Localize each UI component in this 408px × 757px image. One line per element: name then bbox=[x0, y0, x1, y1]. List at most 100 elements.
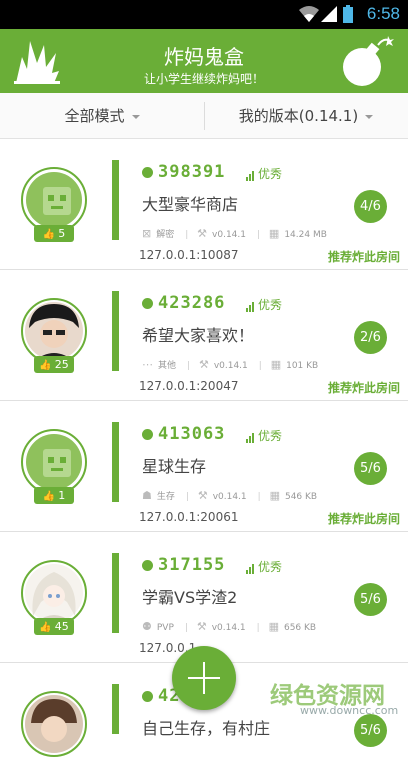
room-size: 546 KB bbox=[284, 492, 318, 502]
player-count-badge: 4/6 bbox=[354, 190, 387, 223]
connection-quality: 优秀 bbox=[246, 296, 282, 313]
meta-divider: | bbox=[256, 623, 260, 633]
avatar-photo-image bbox=[25, 302, 83, 362]
player-count-badge: 5/6 bbox=[354, 583, 387, 616]
home-icon bbox=[142, 560, 153, 571]
likes-badge: 👍 1 bbox=[34, 487, 74, 504]
room-mode: 生存 bbox=[156, 492, 175, 502]
home-icon bbox=[142, 298, 153, 309]
likes-count: 1 bbox=[58, 489, 66, 502]
recommend-link[interactable]: 推荐炸此房间 bbox=[328, 510, 400, 527]
likes-count: 25 bbox=[54, 358, 69, 371]
bomb-icon[interactable] bbox=[338, 33, 394, 89]
avatar-robot-image bbox=[26, 434, 82, 490]
home-icon bbox=[142, 429, 153, 440]
mode-filter-dropdown[interactable]: 全部模式 bbox=[0, 93, 204, 139]
connection-quality: 优秀 bbox=[246, 427, 282, 444]
home-icon bbox=[142, 691, 153, 702]
room-meta: ☗ 生存 | ⚒ v0.14.1 | ▦ 546 KB bbox=[142, 489, 322, 502]
survival-icon: ☗ bbox=[142, 489, 152, 502]
room-avatar[interactable]: 👍 25 bbox=[21, 298, 87, 373]
thumbs-up-icon: 👍 bbox=[42, 491, 56, 502]
room-name: 学霸VS学渣2 bbox=[142, 588, 238, 607]
player-count-badge: 5/6 bbox=[354, 714, 387, 747]
likes-badge: 👍 45 bbox=[34, 618, 74, 635]
filter-bar: 全部模式 我的版本(0.14.1) bbox=[0, 93, 408, 139]
room-version: v0.14.1 bbox=[212, 492, 247, 502]
quality-label: 优秀 bbox=[258, 167, 283, 181]
map-icon: ▦ bbox=[268, 620, 279, 633]
chevron-down-icon bbox=[365, 114, 374, 119]
room-card[interactable]: 👍 5 398391 优秀 大型豪华商店 ⊠ 解密 | ⚒ v0.14.1 | ▦ 14.2… bbox=[0, 140, 408, 270]
plus-icon-stroke bbox=[203, 662, 205, 694]
likes-count: 45 bbox=[54, 620, 69, 633]
room-id: 398391 bbox=[158, 162, 226, 182]
meta-divider: | bbox=[184, 623, 188, 633]
room-card[interactable]: 👍 1 413063 优秀 星球生存 ☗ 生存 | ⚒ v0.14.1 | ▦ 546 KB… bbox=[0, 402, 408, 532]
room-size: 656 KB bbox=[283, 623, 317, 633]
recommend-link[interactable]: 推荐炸此房间 bbox=[328, 248, 400, 265]
room-meta: ⋯ 其他 | ⚒ v0.14.1 | ▦ 101 KB bbox=[142, 358, 323, 371]
quality-label: 优秀 bbox=[258, 560, 283, 574]
room-address: 127.0.0.1:10087 bbox=[139, 248, 239, 262]
room-name: 大型豪华商店 bbox=[142, 195, 239, 214]
app-bar: 炸妈鬼盒 让小学生继续炸妈吧！ bbox=[0, 29, 408, 93]
avatar-frame bbox=[21, 560, 87, 626]
signal-icon bbox=[321, 6, 337, 22]
room-id: 423286 bbox=[158, 293, 226, 313]
player-count-badge: 2/6 bbox=[354, 321, 387, 354]
room-name: 星球生存 bbox=[142, 457, 207, 476]
wifi-icon bbox=[299, 6, 319, 22]
room-meta: ⊠ 解密 | ⚒ v0.14.1 | ▦ 14.24 MB bbox=[142, 227, 332, 240]
avatar-frame bbox=[21, 429, 87, 495]
likes-badge: 👍 5 bbox=[34, 225, 74, 242]
map-icon: ▦ bbox=[270, 358, 282, 371]
room-size: 14.24 MB bbox=[284, 230, 327, 240]
watermark-url: www.downcc.com bbox=[300, 704, 399, 717]
battery-icon bbox=[343, 5, 353, 23]
puzzle-icon: ⊠ bbox=[142, 227, 152, 240]
hammer-icon: ⚒ bbox=[198, 358, 209, 371]
room-accent-bar bbox=[112, 160, 119, 240]
avatar-frame bbox=[21, 298, 87, 364]
room-accent-bar bbox=[112, 291, 119, 371]
avatar-frame bbox=[21, 167, 87, 233]
meta-divider: | bbox=[187, 361, 191, 371]
room-name: 希望大家喜欢！ bbox=[142, 326, 255, 345]
thumbs-up-icon: 👍 bbox=[39, 360, 52, 371]
signal-bars-icon bbox=[246, 167, 255, 181]
room-address: 127.0.0.1:20047 bbox=[139, 379, 239, 393]
map-icon: ▦ bbox=[268, 227, 280, 240]
room-accent-bar bbox=[112, 553, 119, 633]
likes-badge: 👍 25 bbox=[34, 356, 74, 373]
version-filter-dropdown[interactable]: 我的版本(0.14.1) bbox=[204, 93, 408, 139]
room-mode: 解密 bbox=[156, 230, 175, 240]
thumbs-up-icon: 👍 bbox=[42, 229, 56, 240]
room-avatar[interactable]: 👍 1 bbox=[21, 429, 87, 504]
recommend-link[interactable]: 推荐炸此房间 bbox=[328, 379, 400, 396]
room-version: v0.14.1 bbox=[211, 623, 246, 633]
room-card[interactable]: 👍 45 317155 优秀 学霸VS学渣2 ⚉ PVP | ⚒ v0.14.1 | ▦ 6… bbox=[0, 533, 408, 663]
room-name: 自己生存，有村庄 bbox=[142, 719, 271, 738]
avatar-robot-image bbox=[26, 172, 82, 228]
version-filter-label: 我的版本(0.14.1) bbox=[238, 107, 359, 125]
avatar-photo-image bbox=[25, 695, 83, 753]
room-avatar[interactable]: 👍 5 bbox=[21, 167, 87, 242]
room-meta: ⚉ PVP | ⚒ v0.14.1 | ▦ 656 KB bbox=[142, 620, 321, 633]
add-room-button[interactable] bbox=[172, 646, 236, 710]
likes-count: 5 bbox=[58, 227, 66, 240]
more-icon: ⋯ bbox=[142, 358, 153, 371]
status-time: 6:58 bbox=[366, 4, 400, 23]
chevron-down-icon bbox=[131, 114, 140, 119]
room-card[interactable]: 👍 25 423286 优秀 希望大家喜欢！ ⋯ 其他 | ⚒ v0.14.1 | ▦ 10… bbox=[0, 271, 408, 401]
room-address: 127.0.0.1:20061 bbox=[139, 510, 239, 524]
meta-divider: | bbox=[185, 492, 189, 502]
connection-quality: 优秀 bbox=[246, 558, 282, 575]
hammer-icon: ⚒ bbox=[196, 620, 207, 633]
signal-bars-icon bbox=[246, 560, 255, 574]
room-avatar[interactable]: 👍 45 bbox=[21, 560, 87, 635]
player-count-badge: 5/6 bbox=[354, 452, 387, 485]
room-avatar[interactable] bbox=[21, 691, 87, 757]
avatar-frame bbox=[21, 691, 87, 757]
room-version: v0.14.1 bbox=[212, 230, 246, 240]
